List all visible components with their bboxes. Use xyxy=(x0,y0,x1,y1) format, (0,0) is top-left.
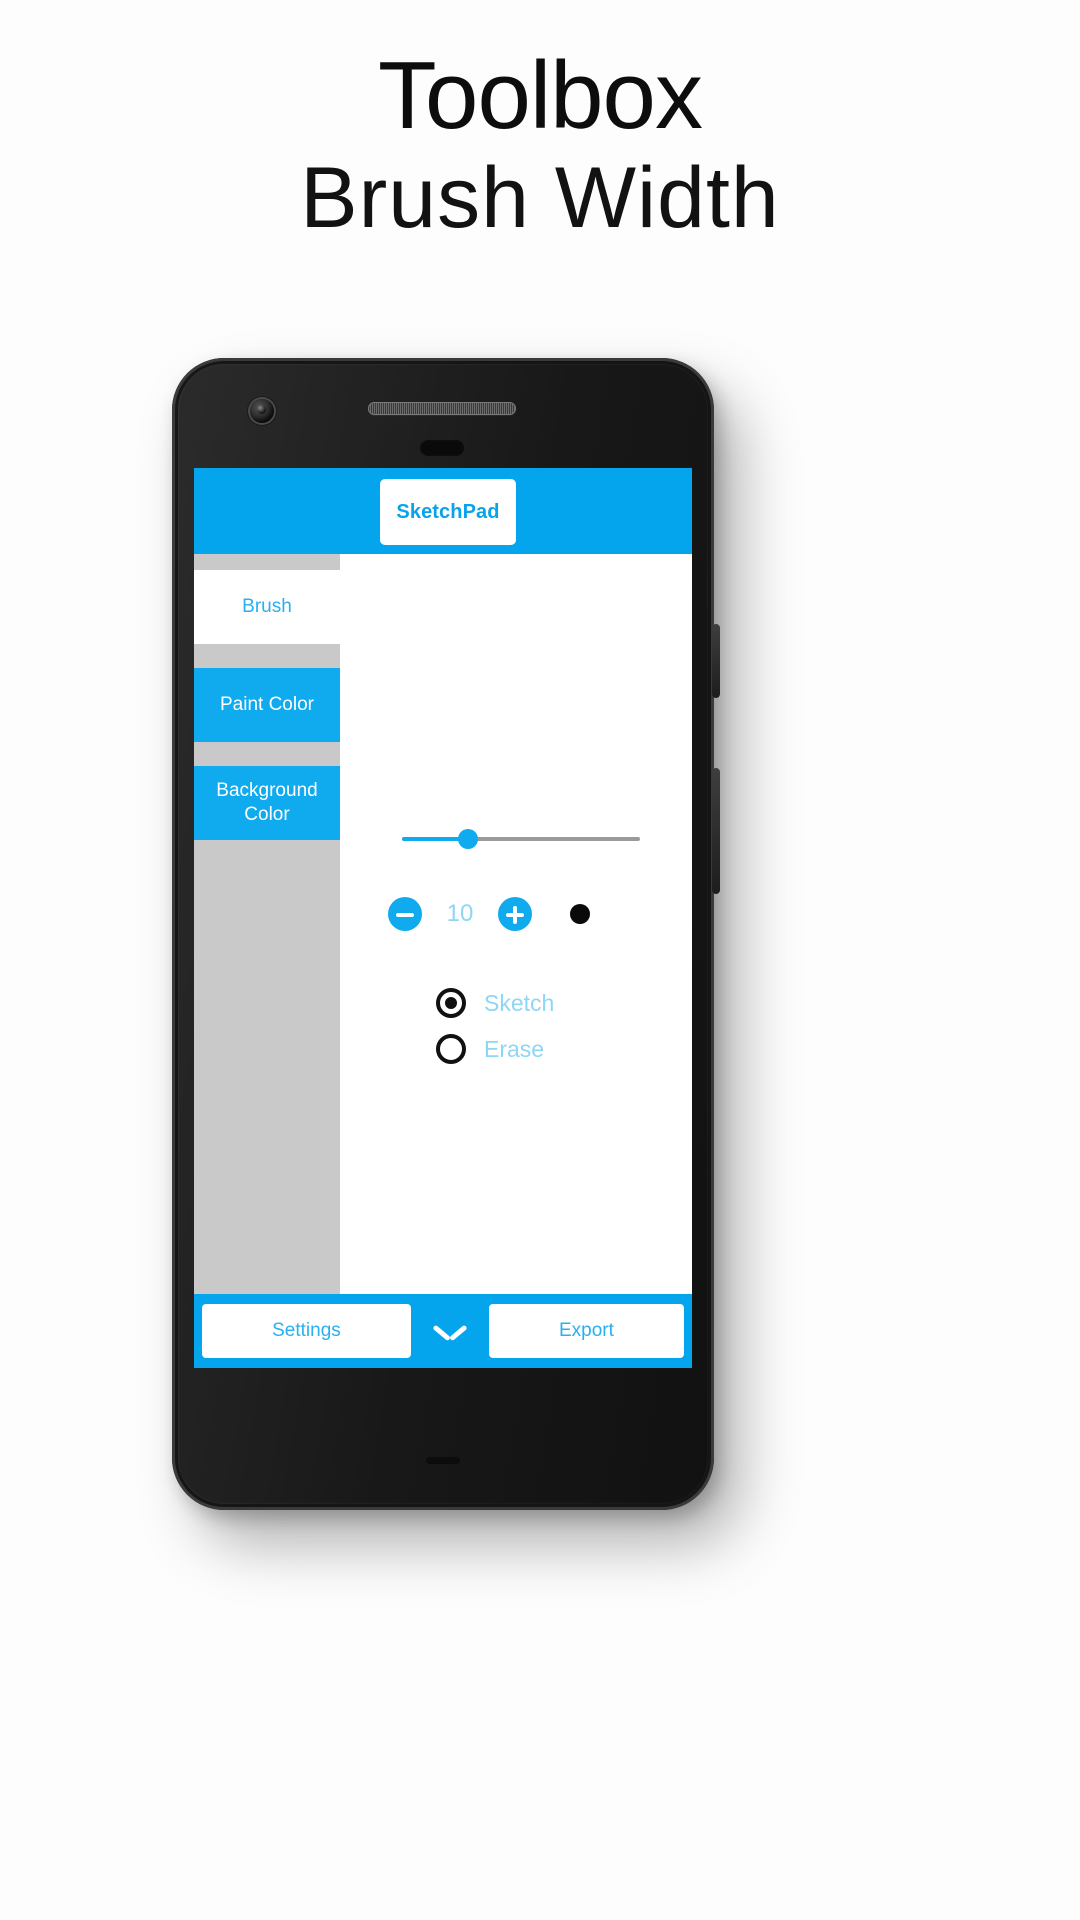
radio-sketch-icon[interactable] xyxy=(436,988,466,1018)
promo-title: Toolbox xyxy=(378,42,703,149)
brush-size-preview-icon xyxy=(570,904,590,924)
earpiece-speaker-icon xyxy=(368,402,516,415)
radio-option-erase[interactable]: Erase xyxy=(436,1026,554,1072)
microphone-icon xyxy=(426,1457,460,1464)
chevron-down-icon xyxy=(435,1323,465,1339)
sidebar-item-brush[interactable]: Brush xyxy=(194,570,340,644)
phone-device-mockup: SketchPad Brush Paint Color Background C… xyxy=(172,358,720,1510)
app-bar: SketchPad xyxy=(194,468,692,554)
export-button[interactable]: Export xyxy=(488,1304,685,1358)
settings-button[interactable]: Settings xyxy=(202,1304,411,1358)
brush-width-stepper: 10 xyxy=(350,892,650,936)
app-title-button[interactable]: SketchPad xyxy=(380,479,516,545)
radio-erase-icon[interactable] xyxy=(436,1034,466,1064)
promo-subtitle: Brush Width xyxy=(300,149,780,246)
volume-button[interactable] xyxy=(712,768,720,894)
sidebar-item-background-color[interactable]: Background Color xyxy=(194,766,340,840)
expand-toggle[interactable] xyxy=(411,1323,489,1339)
promo-header: Toolbox Brush Width xyxy=(0,0,1080,249)
app-body: Brush Paint Color Background Color 10 Sk… xyxy=(194,554,692,1294)
slider-thumb[interactable] xyxy=(458,829,478,849)
increment-button[interactable] xyxy=(498,897,532,931)
proximity-sensor-icon xyxy=(420,440,464,456)
draw-mode-radio-group: Sketch Erase xyxy=(436,980,554,1072)
power-button[interactable] xyxy=(712,624,720,698)
radio-erase-label: Erase xyxy=(484,1035,545,1062)
sidebar-item-paint-color[interactable]: Paint Color xyxy=(194,668,340,742)
brush-width-slider[interactable] xyxy=(402,826,640,852)
promo-screenshot-page: Toolbox Brush Width SketchPad Brush Pain… xyxy=(0,0,1080,1920)
bottom-toolbar: Settings Export xyxy=(194,1294,692,1368)
radio-option-sketch[interactable]: Sketch xyxy=(436,980,554,1026)
brush-settings-panel: 10 Sketch Erase xyxy=(340,554,692,1294)
plus-icon-vertical xyxy=(513,905,517,924)
sidebar: Brush Paint Color Background Color xyxy=(194,554,340,1294)
minus-icon xyxy=(396,912,414,917)
brush-width-value: 10 xyxy=(446,900,474,927)
radio-sketch-label: Sketch xyxy=(484,989,555,1016)
decrement-button[interactable] xyxy=(388,897,422,931)
front-camera-icon xyxy=(250,399,274,423)
app-screen: SketchPad Brush Paint Color Background C… xyxy=(194,468,692,1368)
